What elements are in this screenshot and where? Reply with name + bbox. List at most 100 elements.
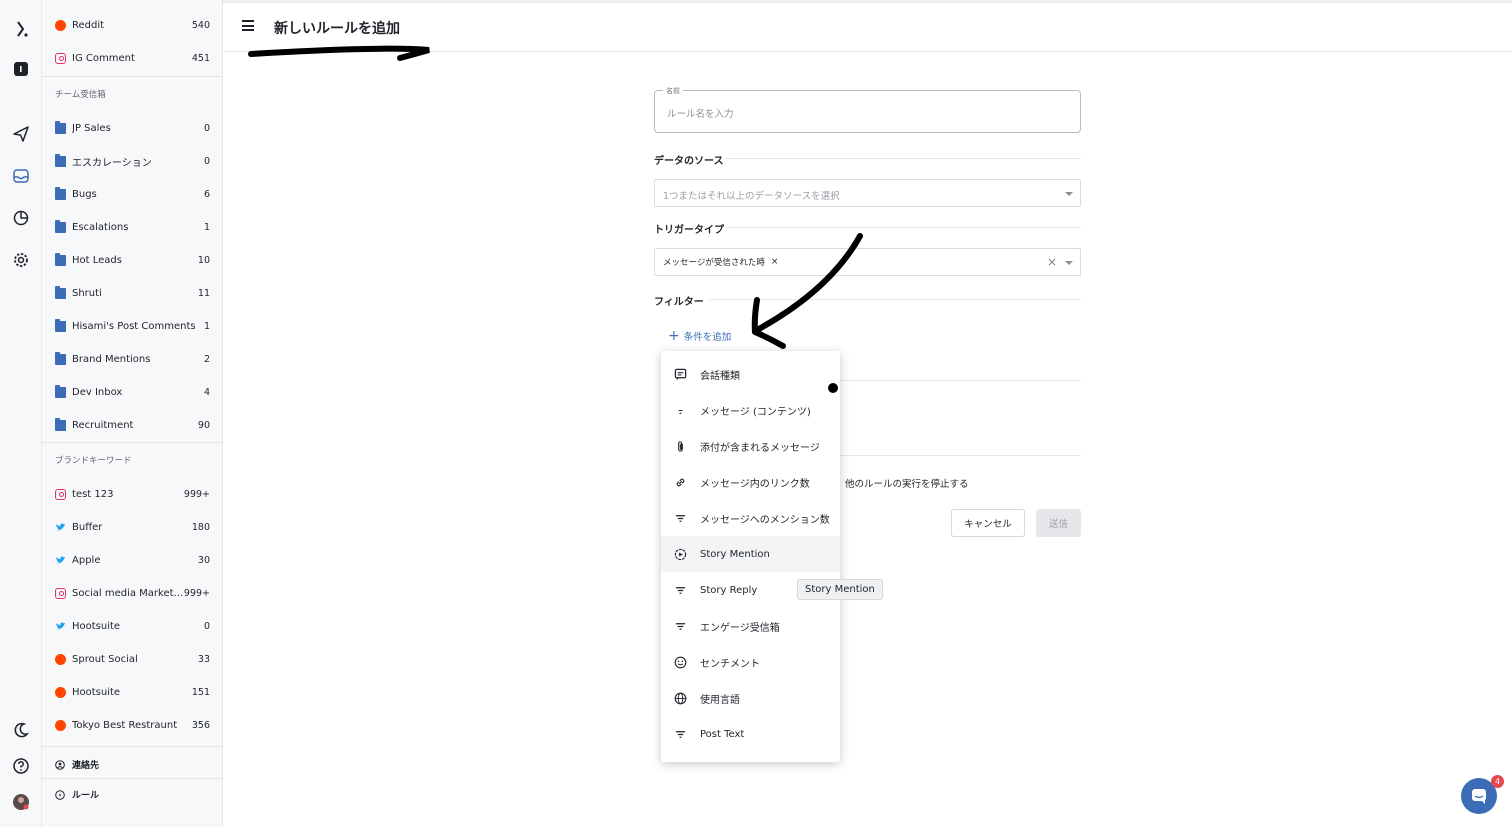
sidebar-item-label: test 123 bbox=[72, 488, 114, 500]
sidebar-item-count: 6 bbox=[203, 188, 210, 200]
trigger-type-heading: トリガータイプ bbox=[654, 225, 724, 236]
menu-item-story-mention[interactable]: Story Mention bbox=[661, 536, 840, 572]
divider bbox=[42, 746, 223, 747]
sidebar-item-label: Hootsuite bbox=[72, 620, 121, 632]
sidebar-item-keyword[interactable]: test 123 999+ bbox=[42, 483, 223, 505]
globe-icon bbox=[673, 691, 687, 705]
sidebar-item-count: 540 bbox=[191, 19, 210, 31]
inbox-icon[interactable] bbox=[10, 165, 32, 187]
sidebar-item-reddit[interactable]: Reddit 540 bbox=[42, 14, 223, 36]
analytics-icon[interactable] bbox=[10, 207, 32, 229]
sidebar-item-team[interactable]: Recruitment 90 bbox=[42, 414, 223, 436]
help-icon[interactable] bbox=[10, 755, 32, 777]
divider bbox=[840, 380, 1081, 381]
divider bbox=[726, 158, 1081, 159]
data-source-heading: データのソース bbox=[654, 156, 724, 167]
sidebar-item-keyword[interactable]: Hootsuite 151 bbox=[42, 681, 223, 703]
data-source-select[interactable]: 1つまたはそれ以上のデータソースを選択 bbox=[654, 179, 1081, 207]
cancel-button[interactable]: キャンセル bbox=[951, 509, 1025, 537]
sidebar-item-keyword[interactable]: Sprout Social 33 bbox=[42, 648, 223, 670]
filter-icon bbox=[673, 619, 687, 633]
rule-name-placeholder: ルール名を入力 bbox=[667, 109, 734, 120]
instagram-icon bbox=[55, 587, 66, 599]
menu-item-sentiment[interactable]: センチメント bbox=[661, 644, 840, 680]
folder-icon bbox=[55, 417, 66, 431]
folder-icon bbox=[55, 384, 66, 398]
rules-link[interactable]: ルール bbox=[55, 788, 99, 801]
menu-icon[interactable] bbox=[242, 20, 254, 31]
sidebar-item-keyword[interactable]: Apple 30 bbox=[42, 549, 223, 571]
sidebar-item-label: Recruitment bbox=[72, 419, 134, 431]
sidebar-item-count: 356 bbox=[191, 719, 210, 731]
divider bbox=[42, 442, 223, 443]
menu-item-attachment[interactable]: 添付が含まれるメッセージ bbox=[661, 428, 840, 464]
sidebar-item-count: 90 bbox=[197, 419, 210, 431]
sidebar-item-keyword[interactable]: Hootsuite 0 bbox=[42, 615, 223, 637]
sidebar-item-team[interactable]: Escalations 1 bbox=[42, 216, 223, 238]
menu-item-label: Story Mention bbox=[700, 548, 770, 560]
tooltip: Story Mention bbox=[797, 579, 883, 600]
sidebar-item-label: Bugs bbox=[72, 188, 97, 200]
sidebar-item-team[interactable]: Brand Mentions 2 bbox=[42, 348, 223, 370]
rule-name-legend: 名前 bbox=[663, 86, 683, 96]
sidebar-item-keyword[interactable]: Buffer 180 bbox=[42, 516, 223, 538]
menu-item-mention-count[interactable]: メッセージへのメンション数 bbox=[661, 500, 840, 536]
add-condition-button[interactable]: + 条件を追加 bbox=[668, 329, 731, 343]
page-title: 新しいルールを追加 bbox=[274, 21, 400, 37]
menu-item-conversation-type[interactable]: 会話種類 bbox=[661, 356, 840, 392]
workspace-icon[interactable] bbox=[10, 58, 32, 80]
menu-item-engage-inbox[interactable]: エンゲージ受信箱 bbox=[661, 608, 840, 644]
menu-item-language[interactable]: 使用言語 bbox=[661, 680, 840, 716]
folder-icon bbox=[55, 318, 66, 332]
sidebar-item-keyword[interactable]: Social media Marketin... 999+ bbox=[42, 582, 223, 604]
filter-icon bbox=[673, 727, 687, 741]
sidebar-item-label: Dev Inbox bbox=[72, 386, 123, 398]
folder-icon bbox=[55, 153, 66, 167]
sidebar-item-team[interactable]: Shruti 11 bbox=[42, 282, 223, 304]
dark-mode-icon[interactable] bbox=[10, 719, 32, 741]
sidebar-item-label: Hisami's Post Comments bbox=[72, 320, 196, 332]
send-button[interactable]: 送信 bbox=[1036, 509, 1081, 537]
sidebar-item-count: 451 bbox=[191, 52, 210, 64]
sidebar-item-team[interactable]: Dev Inbox 4 bbox=[42, 381, 223, 403]
contacts-icon bbox=[55, 759, 65, 770]
sidebar-item-ig-comment[interactable]: IG Comment 451 bbox=[42, 47, 223, 69]
menu-item-link-count[interactable]: メッセージ内のリンク数 bbox=[661, 464, 840, 500]
sidebar-item-label: Hootsuite bbox=[72, 686, 121, 698]
twitter-icon bbox=[55, 621, 66, 629]
settings-icon[interactable] bbox=[10, 249, 32, 271]
rules-label: ルール bbox=[72, 791, 100, 801]
logo-icon[interactable] bbox=[10, 18, 32, 40]
clear-icon[interactable]: × bbox=[1047, 255, 1057, 269]
sidebar-item-label: Hot Leads bbox=[72, 254, 122, 266]
send-icon[interactable] bbox=[10, 123, 32, 145]
folder-icon bbox=[55, 120, 66, 134]
sidebar-item-team[interactable]: Bugs 6 bbox=[42, 183, 223, 205]
sidebar-item-team[interactable]: エスカレーション 0 bbox=[42, 150, 223, 172]
reddit-icon bbox=[55, 19, 66, 31]
stop-other-rules-label: 他のルールの実行を停止する bbox=[845, 479, 969, 490]
menu-item-label: メッセージ内のリンク数 bbox=[700, 478, 810, 490]
folder-icon bbox=[55, 351, 66, 365]
sidebar-item-keyword[interactable]: Tokyo Best Restraunt 356 bbox=[42, 714, 223, 736]
sidebar-item-count: 0 bbox=[203, 620, 210, 632]
user-avatar[interactable] bbox=[10, 791, 32, 813]
underline-annotation bbox=[248, 45, 430, 61]
menu-item-label: エンゲージ受信箱 bbox=[700, 622, 780, 634]
chat-icon bbox=[673, 367, 687, 381]
sidebar-item-count: 0 bbox=[203, 155, 210, 167]
dot-annotation bbox=[828, 383, 838, 393]
sidebar-item-team[interactable]: Hisami's Post Comments 1 bbox=[42, 315, 223, 337]
contacts-link[interactable]: 連絡先 bbox=[55, 758, 99, 771]
menu-item-message-content[interactable]: メッセージ (コンテンツ) bbox=[661, 392, 840, 428]
menu-item-post-text[interactable]: Post Text bbox=[661, 716, 840, 752]
menu-item-label: 添付が含まれるメッセージ bbox=[700, 442, 820, 454]
menu-item-label: センチメント bbox=[700, 658, 760, 670]
sidebar-item-label: Social media Marketin... bbox=[72, 587, 184, 599]
divider bbox=[42, 76, 223, 77]
sidebar-item-team[interactable]: Hot Leads 10 bbox=[42, 249, 223, 271]
divider bbox=[726, 227, 1081, 228]
sidebar-item-team[interactable]: JP Sales 0 bbox=[42, 117, 223, 139]
reddit-icon bbox=[55, 653, 66, 665]
contacts-label: 連絡先 bbox=[72, 761, 100, 771]
